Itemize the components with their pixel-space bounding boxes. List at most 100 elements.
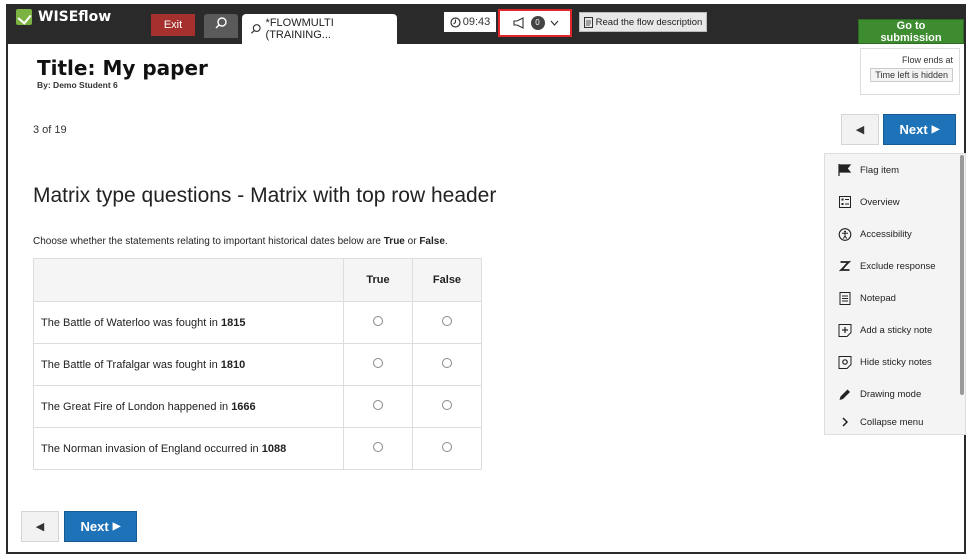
instruction-or: or [404, 236, 420, 247]
false-option-cell [412, 301, 482, 344]
menu-item-drawing[interactable]: Drawing mode [825, 378, 965, 410]
statement-text: The Norman invasion of England occurred … [41, 442, 262, 455]
announcements-button[interactable]: 0 [498, 9, 572, 37]
table-row: The Great Fire of London happened in 166… [33, 385, 482, 428]
search-icon [251, 24, 261, 34]
sticky-hide-icon [838, 355, 852, 369]
menu-item-accessibility[interactable]: Accessibility [825, 218, 965, 250]
exclude-icon [839, 260, 851, 272]
menu-item-label: Overview [860, 196, 900, 208]
radio-true[interactable] [373, 316, 383, 326]
instruction-end: . [444, 236, 448, 247]
next-button-top[interactable]: Next ▶ [883, 114, 956, 145]
caret-right-icon: ▶ [112, 521, 121, 532]
true-option-cell [343, 385, 413, 428]
statement-year: 1810 [220, 358, 246, 371]
menu-scrollbar[interactable] [960, 155, 964, 395]
matrix-header-empty [33, 258, 344, 302]
go-to-submission-button[interactable]: Go to submission [858, 19, 964, 44]
menu-item-flag[interactable]: Flag item [825, 154, 965, 186]
next-button-bottom[interactable]: Next ▶ [64, 511, 137, 542]
accessibility-icon [838, 227, 852, 241]
exit-button[interactable]: Exit [151, 14, 195, 36]
true-option-cell [343, 301, 413, 344]
menu-item-hide-sticky[interactable]: Hide sticky notes [825, 346, 965, 378]
menu-item-collapse[interactable]: Collapse menu [825, 410, 965, 434]
menu-item-overview[interactable]: Overview [825, 186, 965, 218]
side-menu: Flag item Overview Accessibility Exclude… [824, 153, 966, 435]
menu-item-label: Exclude response [860, 260, 936, 272]
sticky-add-icon [838, 323, 852, 337]
menu-item-label: Accessibility [860, 228, 912, 240]
instruction-false: False [419, 236, 445, 247]
logo-check-icon [16, 9, 32, 25]
flow-ends-label: Flow ends at [901, 55, 953, 65]
read-description-button[interactable]: Read the flow description [579, 12, 707, 32]
menu-item-label: Notepad [860, 292, 896, 304]
menu-item-label: Hide sticky notes [860, 356, 932, 368]
true-option-cell [343, 427, 413, 470]
menu-item-label: Flag item [860, 164, 900, 176]
overview-icon [839, 196, 851, 208]
wiseflow-logo: WISEflow [16, 9, 111, 25]
megaphone-icon [512, 17, 524, 29]
chevron-down-icon [550, 20, 558, 26]
logo-text: WISEflow [38, 9, 112, 25]
flow-tab-label: *FLOWMULTI (TRAINING... [265, 17, 334, 41]
caret-left-icon: ◀ [855, 124, 865, 136]
column-header-true: True [343, 258, 413, 302]
column-header-false: False [412, 258, 482, 302]
time-left-badge: Time left is hidden [870, 68, 953, 82]
search-icon [215, 17, 227, 29]
announcement-count-badge: 0 [530, 16, 545, 30]
menu-item-label: Add a sticky note [860, 324, 933, 336]
radio-true[interactable] [373, 400, 383, 410]
statement-year: 1666 [231, 400, 256, 413]
statement-cell: The Battle of Trafalgar was fought in 18… [33, 343, 344, 386]
menu-item-label: Collapse menu [860, 416, 924, 428]
pencil-icon [839, 389, 850, 400]
previous-button-bottom[interactable]: ◀ [21, 511, 59, 542]
menu-item-label: Drawing mode [860, 388, 922, 400]
notepad-icon [839, 291, 851, 305]
statement-cell: The Norman invasion of England occurred … [33, 427, 344, 470]
false-option-cell [412, 385, 482, 428]
instruction-true: True [383, 236, 405, 247]
radio-false[interactable] [442, 442, 452, 452]
radio-false[interactable] [442, 358, 452, 368]
timer-value: 09:43 [462, 16, 491, 28]
paper-byline: By: Demo Student 6 [37, 80, 118, 90]
false-option-cell [412, 427, 482, 470]
radio-true[interactable] [373, 358, 383, 368]
table-row: The Battle of Waterloo was fought in 181… [33, 301, 482, 344]
next-label-bottom: Next [80, 519, 109, 534]
radio-false[interactable] [442, 316, 452, 326]
menu-item-add-sticky[interactable]: Add a sticky note [825, 314, 965, 346]
statement-text: The Battle of Trafalgar was fought in [41, 358, 221, 371]
search-tab[interactable] [204, 14, 238, 38]
next-label-top: Next [899, 122, 928, 137]
caret-left-icon: ◀ [35, 521, 45, 533]
radio-false[interactable] [442, 400, 452, 410]
chevron-right-icon [842, 417, 849, 427]
statement-year: 1815 [220, 316, 246, 329]
question-heading: Matrix type questions - Matrix with top … [33, 184, 497, 207]
statement-cell: The Great Fire of London happened in 166… [33, 385, 344, 428]
matrix-header-row: True False [33, 258, 482, 302]
table-row: The Battle of Trafalgar was fought in 18… [33, 343, 482, 386]
clock-icon [450, 16, 461, 28]
statement-cell: The Battle of Waterloo was fought in 181… [33, 301, 344, 344]
menu-item-notepad[interactable]: Notepad [825, 282, 965, 314]
previous-button-top[interactable]: ◀ [841, 114, 879, 145]
caret-right-icon: ▶ [931, 124, 940, 135]
document-icon [583, 16, 593, 28]
flow-tab[interactable]: *FLOWMULTI (TRAINING... [242, 14, 397, 44]
item-position: 3 of 19 [33, 124, 67, 136]
instruction-text: Choose whether the statements relating t… [33, 236, 384, 247]
true-option-cell [343, 343, 413, 386]
menu-item-exclude[interactable]: Exclude response [825, 250, 965, 282]
radio-true[interactable] [373, 442, 383, 452]
table-row: The Norman invasion of England occurred … [33, 427, 482, 470]
timer[interactable]: 09:43 [444, 12, 496, 32]
statement-text: The Great Fire of London happened in [41, 400, 232, 413]
